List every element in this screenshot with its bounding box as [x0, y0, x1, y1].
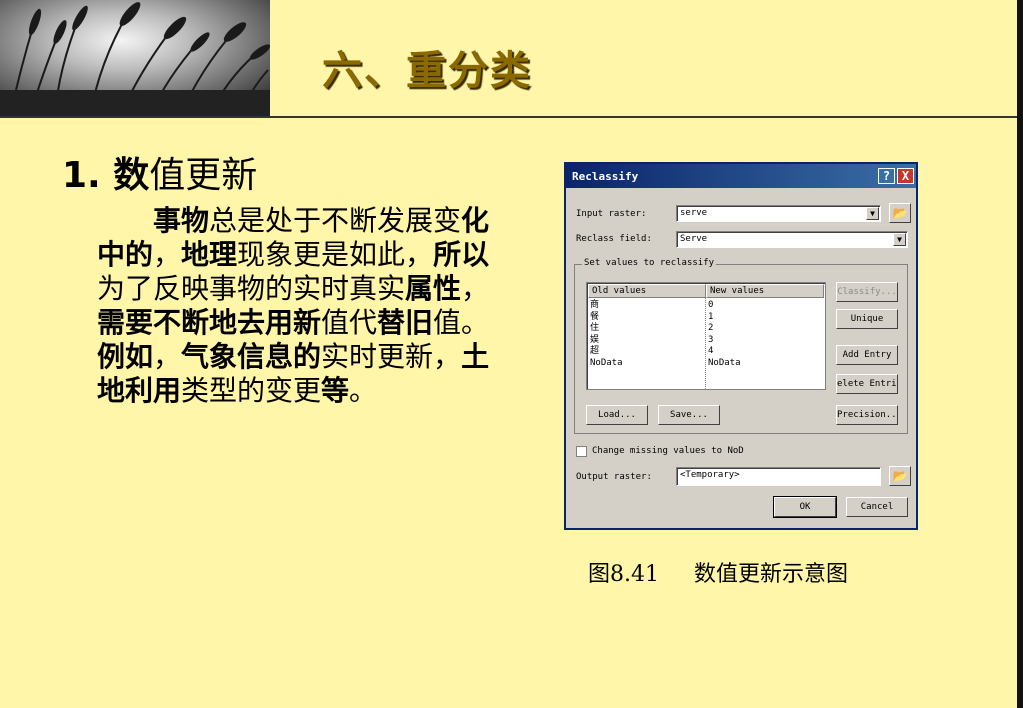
body-text-run: 等 — [321, 374, 350, 407]
save-button[interactable]: Save... — [658, 405, 720, 425]
dialog-titlebar[interactable]: Reclassify ? X — [566, 164, 916, 188]
load-button[interactable]: Load... — [586, 405, 648, 425]
figure-caption: 图8.41 数值更新示意图 — [588, 562, 848, 587]
old-value-cell[interactable]: 娱 — [590, 335, 599, 346]
section-heading-text: 值更新 — [149, 155, 258, 196]
col-old-values[interactable]: Old values — [588, 284, 706, 298]
body-text-run: 。 — [349, 374, 378, 407]
section-heading: 1. 数值更新 — [62, 146, 257, 198]
help-button[interactable]: ? — [878, 168, 895, 184]
body-text-run: ， — [461, 272, 490, 305]
body-text-run: 总是处于不断发展变 — [209, 204, 462, 237]
change-missing-label: Change missing values to NoD — [592, 446, 744, 456]
open-folder-icon[interactable]: 📂 — [889, 203, 911, 223]
body-text-run: 需要不断地去用新 — [97, 306, 322, 339]
col-new-values[interactable]: New values — [706, 284, 824, 298]
classify-button[interactable]: Classify... — [836, 282, 898, 302]
old-value-cell[interactable]: 商 — [590, 300, 599, 311]
header-divider — [0, 116, 1017, 118]
precision-button[interactable]: Precision... — [836, 405, 898, 425]
input-raster-value: serve — [680, 208, 708, 218]
new-value-cell[interactable]: 1 — [708, 312, 713, 323]
change-missing-checkbox[interactable] — [576, 446, 587, 457]
new-value-cell[interactable]: 3 — [708, 335, 713, 346]
wheat-field-image — [0, 0, 270, 116]
close-button[interactable]: X — [897, 168, 914, 184]
chevron-down-icon[interactable]: ▼ — [893, 233, 906, 246]
reclassify-dialog: Reclassify ? X Input raster: serve ▼ 📂 R… — [564, 162, 918, 530]
body-text-run: 实时更新， — [321, 340, 462, 373]
body-paragraph: 事物总是处于不断发展变化中的，地理现象更是如此，所以为了反映事物的实时真实属性，… — [97, 204, 507, 408]
cancel-button[interactable]: Cancel — [846, 497, 908, 517]
old-value-cell[interactable]: 住 — [590, 323, 599, 334]
delete-entries-button[interactable]: elete Entrie — [836, 374, 898, 394]
body-text-run: 事物 — [153, 204, 210, 237]
reclass-field-label: Reclass field: — [576, 234, 652, 244]
input-raster-select[interactable]: serve ▼ — [676, 205, 881, 222]
old-value-cell[interactable]: 超 — [590, 346, 599, 357]
body-text-run: 为了反映事物的实时真实 — [97, 272, 406, 305]
slide-title: 六、重分类 — [322, 48, 532, 94]
wheat-illustration — [0, 0, 270, 116]
body-text-run: 值代 — [321, 306, 378, 339]
body-text-run: 值。 — [433, 306, 490, 339]
body-text-run: 例如 — [97, 340, 154, 373]
reclass-table[interactable]: Old values New values 商 0 餐 1 住 2 娱 3 超 4 NoData No… — [586, 282, 826, 390]
reclass-field-value: Serve — [680, 234, 708, 244]
open-folder-icon[interactable]: 📂 — [889, 466, 911, 486]
body-text-run: 类型的变更 — [181, 374, 322, 407]
body-text-run: ， — [153, 238, 182, 271]
body-text-run: 属性 — [405, 272, 462, 305]
reclass-field-select[interactable]: Serve ▼ — [676, 231, 908, 248]
body-text-run: 气象信息的 — [181, 340, 322, 373]
body-text-run: 替旧 — [377, 306, 434, 339]
new-value-cell[interactable]: 0 — [708, 300, 713, 311]
section-number: 1. 数 — [62, 155, 150, 196]
body-text-run: 所以 — [433, 238, 490, 271]
input-raster-label: Input raster: — [576, 209, 647, 219]
column-divider — [705, 298, 707, 389]
output-raster-input[interactable]: <Temporary> — [676, 467, 881, 486]
body-text-run: 地理 — [181, 238, 238, 271]
slide: 六、重分类 1. 数值更新 事物总是处于不断发展变化中的，地理现象更是如此，所以… — [0, 0, 1023, 708]
new-value-cell[interactable]: NoData — [708, 358, 741, 369]
old-value-cell[interactable]: NoData — [590, 358, 623, 369]
new-value-cell[interactable]: 4 — [708, 346, 713, 357]
body-text-run: 现象更是如此， — [237, 238, 434, 271]
ok-button[interactable]: OK — [773, 496, 837, 518]
output-raster-label: Output raster: — [576, 472, 652, 482]
output-raster-value: <Temporary> — [680, 470, 740, 480]
dialog-title: Reclassify — [572, 170, 639, 183]
chevron-down-icon[interactable]: ▼ — [866, 207, 879, 220]
add-entry-button[interactable]: Add Entry — [836, 345, 898, 365]
unique-button[interactable]: Unique — [836, 309, 898, 329]
old-value-cell[interactable]: 餐 — [590, 312, 599, 323]
group-label: Set values to reclassify — [582, 258, 717, 268]
new-value-cell[interactable]: 2 — [708, 323, 713, 334]
body-text-run: ， — [153, 340, 182, 373]
